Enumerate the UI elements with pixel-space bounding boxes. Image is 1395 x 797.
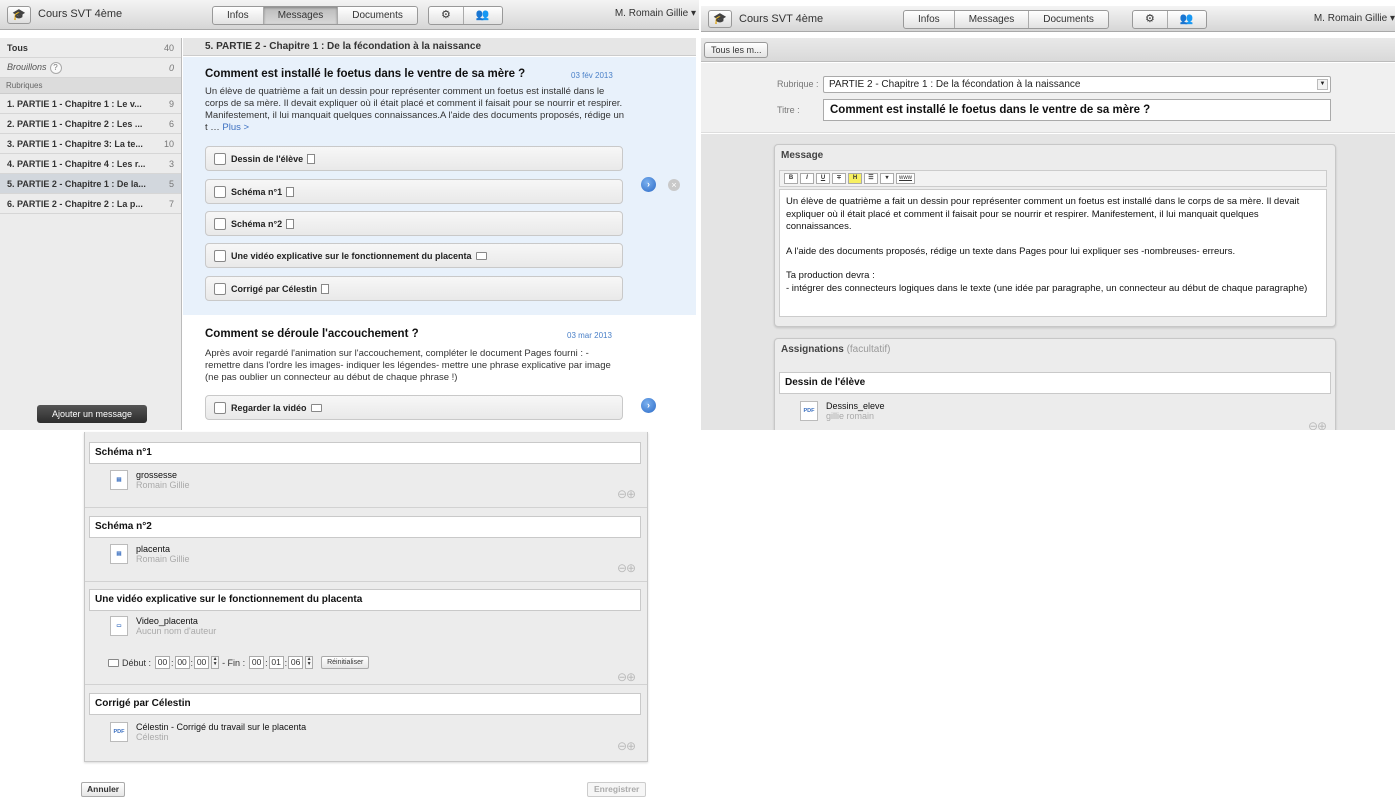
video-icon: ▭: [110, 616, 128, 636]
user-menu[interactable]: M. Romain Gillie ▾: [1314, 13, 1395, 24]
message-panel: Message B I U ∓ H ☰ ▾ www Un élève de qu…: [774, 144, 1336, 327]
file-name: Video_placenta: [136, 616, 198, 626]
end-label: - Fin :: [222, 657, 246, 668]
message-form: Rubrique : PARTIE 2 - Chapitre 1 : De la…: [701, 63, 1395, 133]
pdf-icon: PDF: [110, 722, 128, 742]
navigation-bar: Tous les m...: [701, 38, 1395, 62]
assignments-label: Assignations: [781, 344, 844, 355]
stepper-icon[interactable]: ▲ ▼: [211, 656, 220, 669]
document-icon: ▤: [110, 544, 128, 564]
document-icon: ▤: [110, 470, 128, 490]
editor-background: Message B I U ∓ H ☰ ▾ www Un élève de qu…: [701, 134, 1395, 430]
message-editor[interactable]: Un élève de quatrième a fait un dessin p…: [779, 189, 1327, 317]
optional-label: (facultatif): [846, 344, 891, 355]
rubrique-label: Rubrique :: [777, 79, 819, 89]
editor-paragraph: A l'aide des documents proposés, rédige …: [786, 245, 1236, 257]
remove-add-icon[interactable]: ⊖⊕: [617, 670, 636, 684]
remove-add-icon[interactable]: ⊖⊕: [617, 739, 636, 753]
assignment-title-field[interactable]: Schéma n°1: [89, 442, 641, 464]
divider: [85, 581, 647, 582]
file-author: Célestin: [136, 732, 169, 742]
attached-file[interactable]: ▭ Video_placenta Aucun nom d'auteur: [110, 616, 216, 636]
file-name: grossesse: [136, 470, 178, 480]
editor-paragraph: Un élève de quatrième a fait un dessin p…: [786, 196, 1300, 232]
end-seconds[interactable]: 06: [288, 656, 304, 669]
remove-add-icon[interactable]: ⊖⊕: [617, 561, 636, 575]
rich-text-toolbar: B I U ∓ H ☰ ▾ www: [779, 170, 1327, 187]
assignment-title-field[interactable]: Schéma n°2: [89, 516, 641, 538]
start-hours[interactable]: 00: [155, 656, 171, 669]
list-icon[interactable]: ☰: [864, 173, 878, 184]
file-name: Célestin - Corrigé du travail sur le pla…: [136, 722, 307, 732]
bold-button[interactable]: B: [784, 173, 798, 184]
assignment-title-field[interactable]: Dessin de l'élève: [779, 372, 1331, 394]
app-title: Cours SVT 4ème: [739, 13, 824, 25]
file-author: Romain Gillie: [136, 480, 190, 490]
tab-infos[interactable]: Infos: [904, 11, 955, 28]
link-button[interactable]: www: [896, 173, 915, 184]
attached-file[interactable]: PDF Célestin - Corrigé du travail sur le…: [110, 722, 306, 742]
end-hours[interactable]: 00: [249, 656, 265, 669]
assignments-panel: Assignations (facultatif) Dessin de l'él…: [774, 338, 1336, 430]
gear-icon[interactable]: ⚙: [1133, 11, 1168, 28]
assignments-header: Assignations (facultatif): [775, 339, 1335, 360]
file-name: placenta: [136, 544, 171, 554]
users-icon[interactable]: 👥: [1168, 11, 1206, 28]
settings-toolbar: ⚙ 👥: [1132, 10, 1207, 29]
start-seconds[interactable]: 00: [194, 656, 210, 669]
assignment-title-field[interactable]: Corrigé par Célestin: [89, 693, 641, 715]
stepper-icon[interactable]: ▲ ▼: [305, 656, 314, 669]
end-minutes[interactable]: 01: [268, 656, 284, 669]
rubrique-select[interactable]: PARTIE 2 - Chapitre 1 : De la fécondatio…: [823, 76, 1331, 93]
right-pane: 🎓 Cours SVT 4ème Infos Messages Document…: [0, 0, 1395, 430]
file-author: Romain Gillie: [136, 554, 190, 564]
assignments-panel-continued: Schéma n°1 ▤ grossesse Romain Gillie ⊖⊕ S…: [84, 432, 648, 762]
attached-file[interactable]: ▤ grossesse Romain Gillie: [110, 470, 190, 490]
attached-file[interactable]: ▤ placenta Romain Gillie: [110, 544, 190, 564]
editor-paragraph: Ta production devra :: [786, 270, 875, 281]
tab-bar: Infos Messages Documents: [903, 10, 1109, 29]
chevron-down-icon: ▼: [1317, 79, 1328, 90]
file-author: gillie romain: [826, 411, 875, 421]
file-name: Dessins_eleve: [826, 401, 885, 411]
titre-label: Titre :: [777, 105, 800, 115]
divider: [85, 684, 647, 685]
remove-add-icon[interactable]: ⊖⊕: [617, 487, 636, 501]
top-bar: 🎓 Cours SVT 4ème Infos Messages Document…: [701, 6, 1395, 32]
editor-paragraph: - intégrer des connecteurs logiques dans…: [786, 282, 1308, 294]
divider: [85, 507, 647, 508]
underline-button[interactable]: U: [816, 173, 830, 184]
cancel-button[interactable]: Annuler: [81, 782, 126, 797]
remove-add-icon[interactable]: ⊖⊕: [1308, 419, 1327, 430]
rubrique-value: PARTIE 2 - Chapitre 1 : De la fécondatio…: [829, 79, 1081, 90]
list-dropdown-icon[interactable]: ▾: [880, 173, 894, 184]
graduation-cap-icon[interactable]: 🎓: [708, 10, 732, 28]
assignment-title-field[interactable]: Une vidéo explicative sur le fonctionnem…: [89, 589, 641, 611]
reset-button[interactable]: Réinitialiser: [321, 656, 370, 669]
tab-messages[interactable]: Messages: [955, 11, 1030, 28]
highlight-button[interactable]: H: [848, 173, 862, 184]
title-field[interactable]: Comment est installé le foetus dans le v…: [823, 99, 1331, 121]
start-label: Début :: [122, 657, 152, 668]
start-minutes[interactable]: 00: [174, 656, 190, 669]
file-author: Aucun nom d'auteur: [136, 626, 217, 636]
video-icon: [108, 658, 119, 667]
pdf-icon: PDF: [800, 401, 818, 421]
attached-file[interactable]: PDF Dessins_eleve gillie romain: [800, 401, 885, 421]
message-label: Message: [781, 150, 824, 161]
back-button[interactable]: Tous les m...: [704, 42, 768, 58]
video-timer: Début : 00: 00: 00 ▲ ▼ - Fin : 00: 01: 06…: [108, 656, 370, 669]
tab-documents[interactable]: Documents: [1029, 11, 1108, 28]
italic-button[interactable]: I: [800, 173, 814, 184]
save-button[interactable]: Enregistrer: [587, 782, 647, 797]
strikethrough-button[interactable]: ∓: [832, 173, 846, 184]
